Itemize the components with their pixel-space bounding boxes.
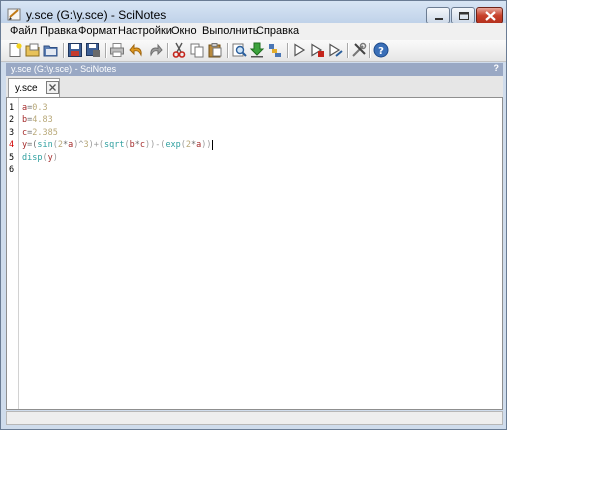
code-token: 2.385 — [32, 127, 58, 138]
print-button[interactable] — [109, 42, 125, 58]
new-file-icon — [9, 43, 22, 57]
new-file-button[interactable] — [7, 42, 23, 58]
save-icon — [68, 43, 82, 57]
load-into-scilab-button[interactable] — [249, 42, 265, 58]
code-token: 4.83 — [32, 115, 53, 126]
save-as-icon — [86, 43, 100, 57]
code-line[interactable]: disp(y) — [22, 152, 58, 164]
line-number: 1 — [9, 103, 15, 113]
scinotes-window: y.sce (G:\y.sce) - SciNotes Файл Правка … — [0, 0, 507, 430]
code-token: 0.3 — [32, 103, 48, 113]
tab-label: y.sce — [15, 83, 38, 94]
close-button[interactable] — [476, 7, 503, 24]
minimize-button[interactable] — [426, 7, 450, 24]
text-cursor — [211, 139, 213, 150]
tab-strip: y.sce — [6, 76, 503, 97]
code-token: )+( — [88, 140, 104, 151]
code-line[interactable]: b=4.83 — [22, 114, 53, 126]
cut-button[interactable] — [171, 42, 187, 58]
status-bar — [6, 411, 503, 425]
preferences-button[interactable] — [351, 42, 367, 58]
code-token: )) — [201, 140, 212, 151]
close-tab-button[interactable] — [46, 81, 59, 94]
undo-button[interactable] — [129, 42, 145, 58]
line-number: 3 — [9, 127, 15, 138]
paste-icon — [208, 43, 222, 58]
print-icon — [110, 43, 124, 57]
scinotes-app-icon — [7, 8, 21, 21]
execute-selection-icon — [329, 43, 343, 57]
execute-echo-button[interactable] — [309, 42, 325, 58]
toolbar: ? — [1, 40, 506, 62]
menu-window[interactable]: Окно — [171, 25, 197, 37]
menu-format[interactable]: Формат — [78, 25, 117, 37]
editor-panel-header: y.sce (G:\y.sce) - SciNotes ? — [6, 63, 503, 76]
line-number: 6 — [9, 165, 15, 175]
redo-icon — [150, 43, 163, 57]
copy-icon — [190, 43, 204, 58]
open-file-button[interactable] — [25, 42, 41, 58]
cut-icon — [172, 42, 186, 58]
line-number: 2 — [9, 115, 15, 126]
save-as-button[interactable] — [85, 42, 101, 58]
code-token: )^ — [73, 140, 84, 151]
menu-help[interactable]: Справка — [256, 25, 299, 37]
help-icon: ? — [373, 42, 389, 58]
paste-button[interactable] — [207, 42, 223, 58]
help-button[interactable]: ? — [373, 42, 389, 58]
panel-title: y.sce (G:\y.sce) - SciNotes — [11, 64, 117, 74]
find-replace-icon — [232, 43, 247, 57]
line-number-gutter: 1 23 45 6 — [7, 98, 19, 409]
code-token: =( — [27, 140, 38, 151]
close-tab-icon — [49, 84, 56, 91]
code-token: ))-( — [144, 140, 166, 151]
menu-run[interactable]: Выполнить — [202, 25, 258, 37]
code-editor[interactable]: 1 23 45 6 a=0.3 b=4.83 c=2.385 y=(sin(2*a)^3)+… — [6, 97, 503, 410]
execute-icon — [294, 43, 306, 57]
redo-button[interactable] — [147, 42, 163, 58]
code-token: sqrt — [103, 140, 125, 151]
code-token: ) — [52, 152, 58, 163]
line-number: 5 — [9, 152, 15, 163]
code-line[interactable]: c=2.385 — [22, 127, 58, 139]
menu-bar: Файл Правка Формат Настройки Окно Выполн… — [1, 23, 506, 40]
menu-settings[interactable]: Настройки — [118, 25, 172, 37]
menu-edit[interactable]: Правка — [40, 25, 77, 37]
load-into-scilab-icon — [249, 42, 265, 58]
line-number: 4 — [9, 140, 15, 151]
open-file-icon — [25, 43, 40, 57]
execute-echo-icon — [311, 43, 324, 57]
code-token: disp — [22, 152, 43, 163]
execute-button[interactable] — [291, 42, 307, 58]
save-button[interactable] — [67, 42, 83, 58]
menu-file[interactable]: Файл — [10, 25, 37, 37]
panel-help-button[interactable]: ? — [494, 63, 500, 73]
code-line[interactable]: y=(sin(2*a)^3)+(sqrt(b*c))-(exp(2*a)) — [22, 139, 213, 151]
window-title: y.sce (G:\y.sce) - SciNotes — [26, 8, 167, 22]
tab-y-sce[interactable]: y.sce — [8, 78, 60, 97]
find-replace-button[interactable] — [231, 42, 247, 58]
maximize-button[interactable] — [451, 7, 475, 24]
copy-button[interactable] — [189, 42, 205, 58]
open-folder-icon — [43, 45, 58, 57]
code-token: exp — [165, 140, 181, 151]
undo-icon — [129, 43, 142, 57]
execute-selection-button[interactable] — [327, 42, 343, 58]
open-folder-button[interactable] — [43, 42, 59, 58]
code-line[interactable]: a=0.3 — [22, 102, 48, 114]
execute-file-icon — [269, 44, 281, 57]
svg-text:?: ? — [378, 46, 384, 57]
preferences-icon — [352, 42, 367, 57]
code-token: sin — [37, 140, 53, 151]
execute-file-button[interactable] — [267, 42, 283, 58]
